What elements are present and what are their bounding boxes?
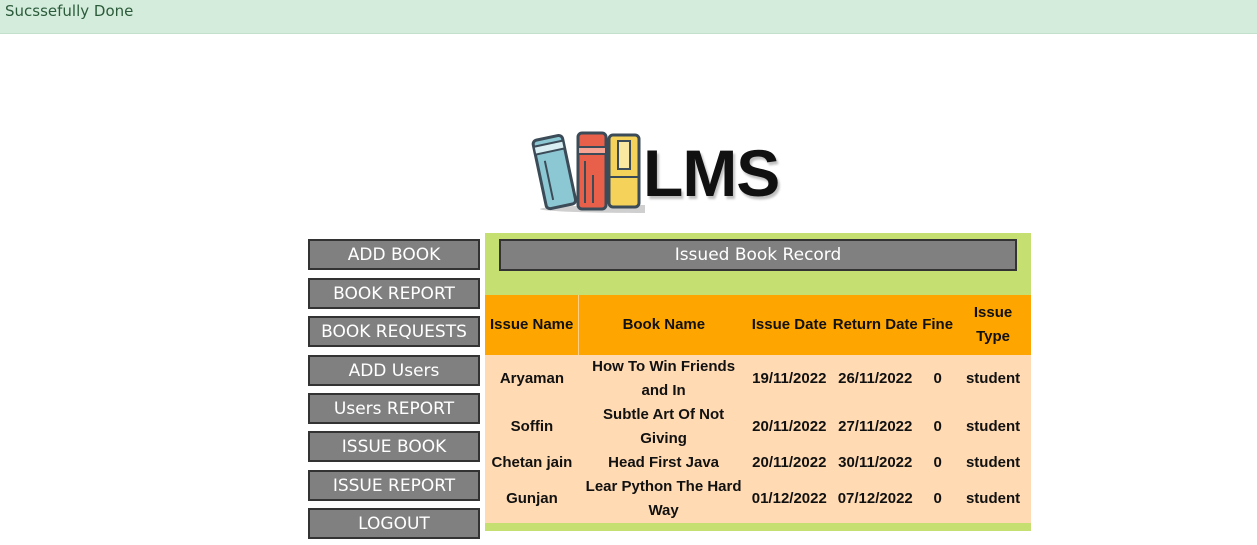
- issue-book-button[interactable]: ISSUE BOOK: [308, 431, 480, 462]
- add-book-button[interactable]: ADD BOOK: [308, 239, 480, 270]
- cell-issue-name: Gunjan: [506, 490, 558, 507]
- cell-fine: 0: [933, 370, 942, 387]
- cell-book-name: Subtle Art Of Not Giving: [603, 406, 725, 447]
- col-header-issue-type: Issue Type: [955, 295, 1031, 355]
- cell-issue-type: student: [965, 370, 1021, 387]
- cell-return-date: 26/11/2022: [838, 370, 913, 387]
- cell-fine: 0: [933, 490, 942, 507]
- cell-issue-type: student: [965, 454, 1021, 471]
- issued-record-panel: Issued Book Record Issue Name Book Name …: [485, 233, 1031, 531]
- col-header-issue-date: Issue Date: [748, 295, 831, 355]
- col-header-issue-name: Issue Name: [485, 295, 580, 355]
- col-header-return-date: Return Date: [830, 295, 921, 355]
- cell-return-date: 07/12/2022: [837, 490, 913, 507]
- issue-report-button[interactable]: ISSUE REPORT: [308, 470, 480, 501]
- table-row: Chetan jain Head First Java 20/11/2022 3…: [485, 451, 1031, 475]
- logo-text: LMS: [643, 136, 780, 210]
- table-row: Gunjan Lear Python The Hard Way 01/12/20…: [485, 475, 1031, 523]
- book-requests-button[interactable]: BOOK REQUESTS: [308, 316, 480, 347]
- books-logo-icon: [531, 131, 645, 213]
- success-alert: Sucssefully Done: [0, 0, 1257, 34]
- cell-issue-type: student: [965, 490, 1021, 507]
- cell-book-name: Lear Python The Hard Way: [585, 478, 742, 519]
- cell-issue-name: Aryaman: [499, 370, 565, 387]
- col-header-fine: Fine: [920, 295, 956, 355]
- col-header-book-name: Book Name: [578, 295, 749, 355]
- lms-logo: LMS: [530, 125, 810, 215]
- logout-button[interactable]: LOGOUT: [308, 508, 480, 539]
- issued-book-table: Issue Name Book Name Issue Date Return D…: [485, 295, 1031, 523]
- alert-message: Sucssefully Done: [5, 2, 134, 20]
- cell-return-date: 27/11/2022: [838, 418, 913, 435]
- cell-book-name: How To Win Friends and In: [592, 358, 736, 399]
- cell-book-name: Head First Java: [608, 454, 720, 471]
- cell-issue-name: Soffin: [510, 418, 554, 435]
- book-report-button[interactable]: BOOK REPORT: [308, 278, 480, 309]
- table-row: Aryaman How To Win Friends and In 19/11/…: [485, 355, 1031, 403]
- table-header-row: Issue Name Book Name Issue Date Return D…: [485, 295, 1031, 355]
- users-report-button[interactable]: Users REPORT: [308, 393, 480, 424]
- cell-fine: 0: [933, 418, 942, 435]
- panel-title: Issued Book Record: [499, 239, 1017, 271]
- cell-issue-name: Chetan jain: [491, 454, 573, 471]
- cell-issue-type: student: [965, 418, 1021, 435]
- cell-issue-date: 20/11/2022: [752, 418, 827, 435]
- table-row: Soffin Subtle Art Of Not Giving 20/11/20…: [485, 403, 1031, 451]
- cell-issue-date: 20/11/2022: [752, 454, 827, 471]
- add-users-button[interactable]: ADD Users: [308, 355, 480, 386]
- cell-fine: 0: [933, 454, 942, 471]
- cell-return-date: 30/11/2022: [838, 454, 913, 471]
- cell-issue-date: 19/11/2022: [752, 370, 827, 387]
- cell-issue-date: 01/12/2022: [751, 490, 827, 507]
